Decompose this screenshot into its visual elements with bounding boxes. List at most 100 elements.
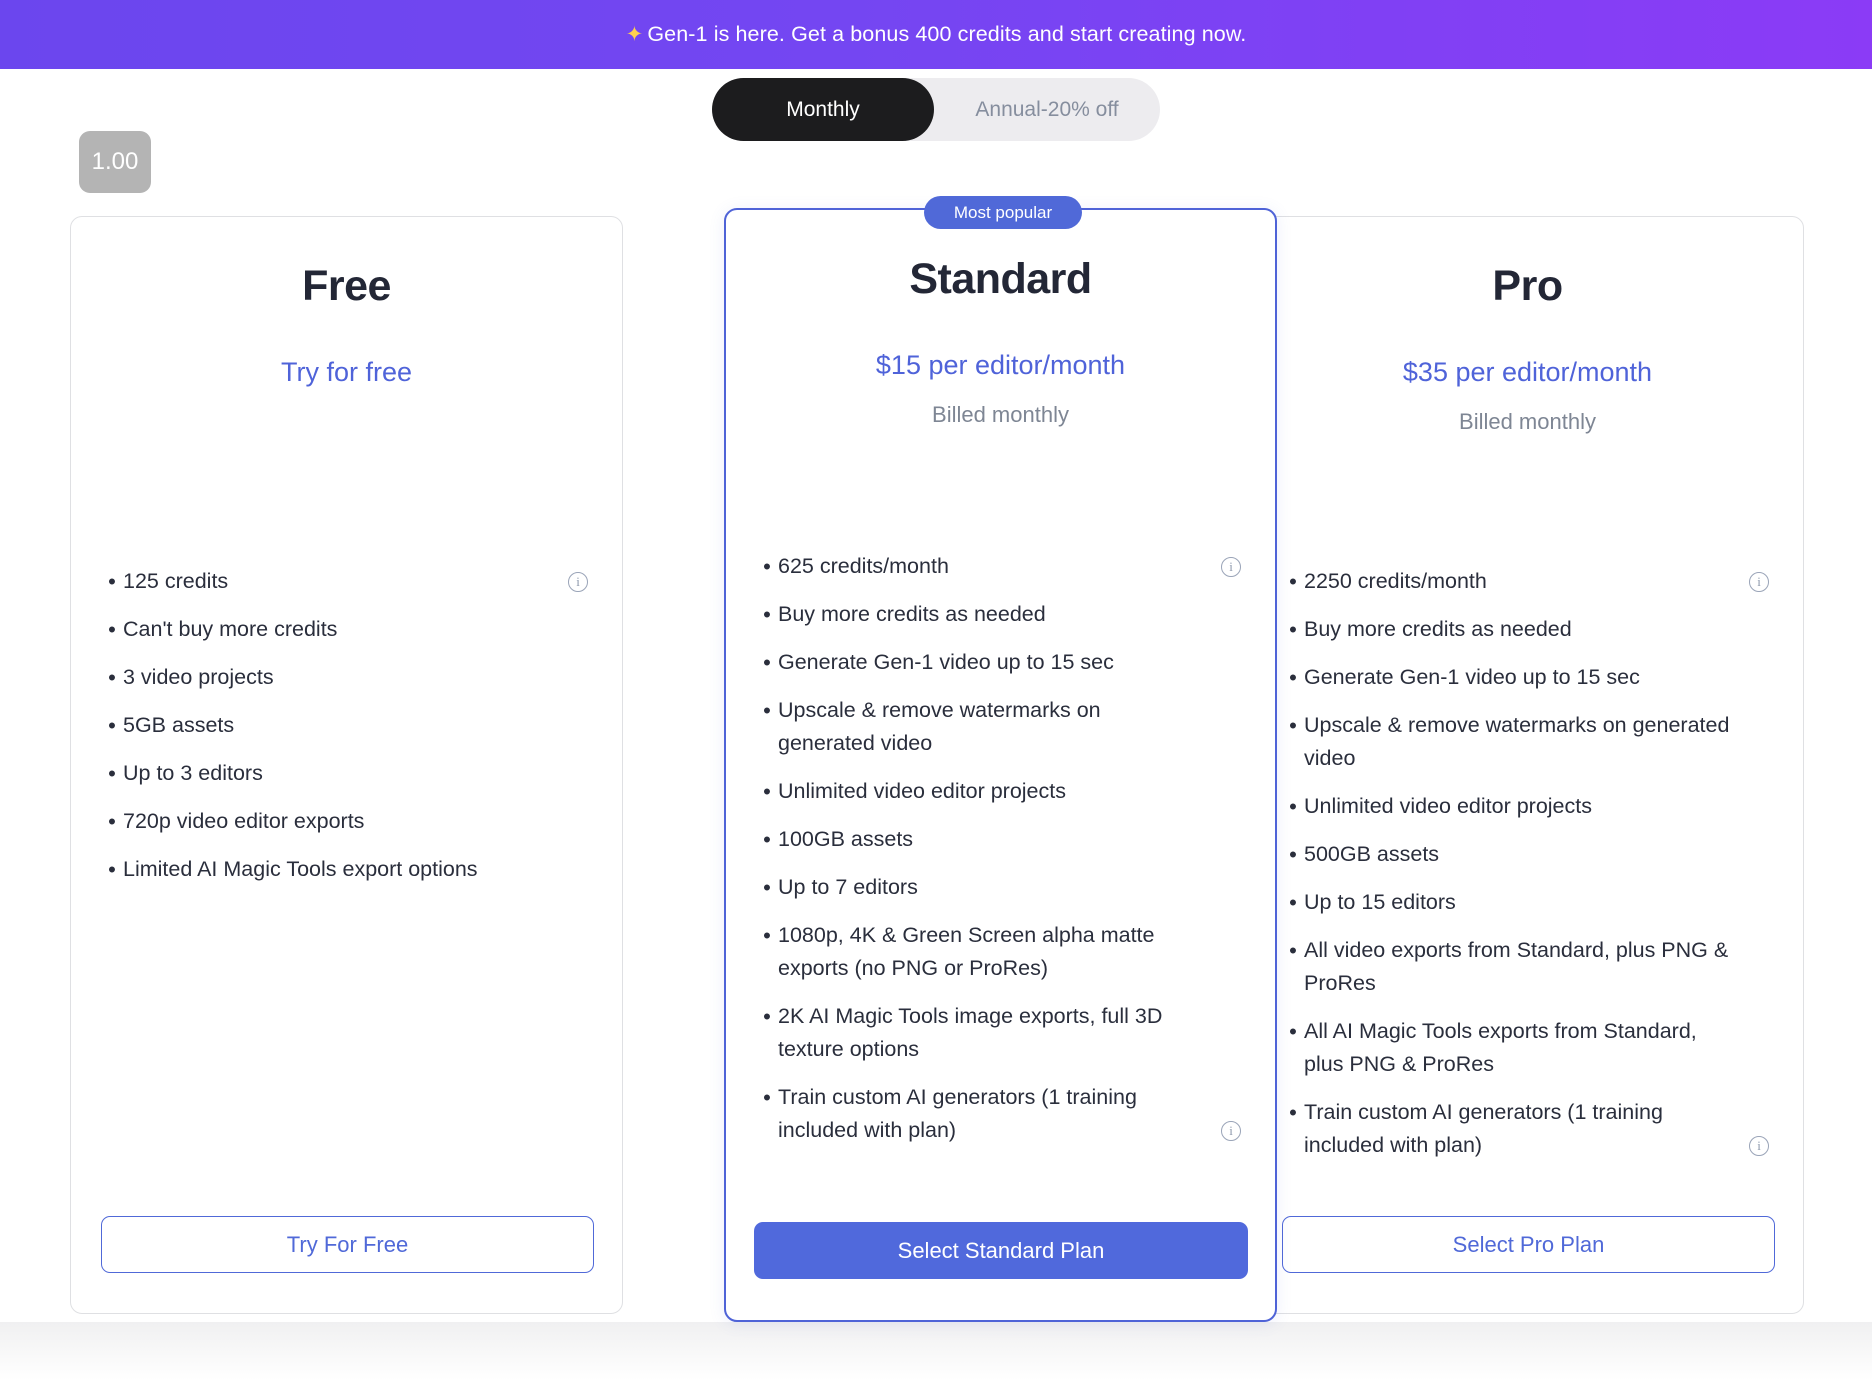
list-item: • Generate Gen-1 video up to 15 sec (1282, 661, 1761, 694)
list-item: • Train custom AI generators (1 training… (1282, 1096, 1769, 1162)
feature-text: Train custom AI generators (1 training i… (1304, 1100, 1663, 1157)
feature-text: 3 video projects (123, 665, 274, 689)
feature-text: Up to 7 editors (778, 875, 918, 899)
bullet-icon: • (763, 875, 771, 900)
list-item: • 5GB assets (101, 709, 580, 742)
bullet-icon: • (763, 923, 771, 948)
bullet-icon: • (1289, 1019, 1297, 1044)
list-item: • 720p video editor exports (101, 805, 580, 838)
feature-text: Upscale & remove watermarks on generated… (1304, 713, 1730, 770)
bullet-icon: • (1289, 938, 1297, 963)
feature-text: Generate Gen-1 video up to 15 sec (778, 650, 1114, 674)
list-item: • All video exports from Standard, plus … (1282, 934, 1761, 1000)
select-standard-plan-button[interactable]: Select Standard Plan (754, 1222, 1248, 1279)
bullet-icon: • (1289, 617, 1297, 642)
list-item: • 100GB assets (756, 823, 1233, 856)
bullet-icon: • (108, 569, 116, 594)
plan-billing-pro: Billed monthly (1459, 409, 1596, 434)
pricing-card-standard[interactable]: Standard $15 per editor/month Billed mon… (724, 208, 1277, 1322)
info-icon[interactable]: i (1221, 557, 1241, 577)
promo-banner-text: ✦ Gen-1 is here. Get a bonus 400 credits … (626, 22, 1247, 47)
bullet-icon: • (763, 827, 771, 852)
bullet-icon: • (1289, 1100, 1297, 1125)
bullet-icon: • (108, 665, 116, 690)
toggle-option-annual[interactable]: Annual-20% off (934, 78, 1160, 141)
list-item: • 3 video projects (101, 661, 580, 694)
plan-price-free: Try for free (280, 357, 413, 387)
bullet-icon: • (763, 650, 771, 675)
promo-banner: ✦ Gen-1 is here. Get a bonus 400 credits … (0, 0, 1872, 69)
feature-list-free: • 125 credits i • Can't buy more credits… (71, 565, 622, 901)
feature-text: 125 credits (123, 569, 229, 593)
pricing-card-free[interactable]: Free Try for free • 125 credits i • Can'… (70, 216, 623, 1314)
info-icon[interactable]: i (568, 572, 588, 592)
page-bottom-shadow (0, 1322, 1872, 1380)
list-item: • Limited AI Magic Tools export options (101, 853, 580, 886)
plan-title-free: Free (302, 262, 391, 310)
bullet-icon: • (763, 602, 771, 627)
feature-text: Buy more credits as needed (1304, 617, 1572, 641)
try-for-free-button[interactable]: Try For Free (101, 1216, 594, 1273)
feature-text: Train custom AI generators (1 training i… (778, 1085, 1137, 1142)
feature-text: 720p video editor exports (123, 809, 365, 833)
list-item: • All AI Magic Tools exports from Standa… (1282, 1015, 1761, 1081)
list-item: • Can't buy more credits (101, 613, 580, 646)
feature-text: 2K AI Magic Tools image exports, full 3D… (778, 1004, 1163, 1061)
bullet-icon: • (1289, 665, 1297, 690)
sparkles-icon: ✦ (625, 23, 644, 46)
list-item: • Up to 7 editors (756, 871, 1233, 904)
plan-price-standard: $15 per editor/month (875, 350, 1126, 380)
pricing-card-pro[interactable]: Pro $35 per editor/month Billed monthly … (1251, 216, 1804, 1314)
bullet-icon: • (1289, 569, 1297, 594)
list-item: • Buy more credits as needed (756, 598, 1233, 631)
list-item: • Upscale & remove watermarks on generat… (1282, 709, 1761, 775)
toggle-option-monthly[interactable]: Monthly (712, 78, 934, 141)
list-item: • 1080p, 4K & Green Screen alpha matte e… (756, 919, 1233, 985)
promo-banner-message: Gen-1 is here. Get a bonus 400 credits a… (647, 22, 1247, 46)
info-icon[interactable]: i (1221, 1121, 1241, 1141)
feature-list-pro: • 2250 credits/month i • Buy more credit… (1252, 565, 1803, 1177)
bullet-icon: • (108, 857, 116, 882)
billing-period-toggle[interactable]: Monthly Annual-20% off (712, 78, 1160, 141)
bullet-icon: • (108, 809, 116, 834)
list-item: • Unlimited video editor projects (756, 775, 1233, 808)
feature-text: Up to 3 editors (123, 761, 263, 785)
bullet-icon: • (1289, 842, 1297, 867)
info-icon[interactable]: i (1749, 1136, 1769, 1156)
feature-text: 2250 credits/month (1304, 569, 1487, 593)
list-item: • 625 credits/month i (756, 550, 1241, 583)
list-item: • Train custom AI generators (1 training… (756, 1081, 1241, 1147)
card-header-standard: Standard $15 per editor/month Billed mon… (726, 210, 1275, 428)
feature-text: Buy more credits as needed (778, 602, 1046, 626)
feature-text: Up to 15 editors (1304, 890, 1456, 914)
list-item: • Buy more credits as needed (1282, 613, 1761, 646)
pricing-page: ✦ Gen-1 is here. Get a bonus 400 credits … (0, 0, 1872, 1380)
list-item: • Generate Gen-1 video up to 15 sec (756, 646, 1233, 679)
list-item: • Unlimited video editor projects (1282, 790, 1761, 823)
feature-text: 625 credits/month (778, 554, 949, 578)
feature-list-standard: • 625 credits/month i • Buy more credits… (726, 550, 1275, 1162)
info-icon[interactable]: i (1749, 572, 1769, 592)
feature-text: Unlimited video editor projects (778, 779, 1066, 803)
card-header-free: Free Try for free (71, 217, 622, 388)
feature-text: 5GB assets (123, 713, 235, 737)
plan-title-pro: Pro (1492, 262, 1563, 310)
plan-billing-standard: Billed monthly (932, 402, 1069, 427)
select-pro-plan-button[interactable]: Select Pro Plan (1282, 1216, 1775, 1273)
list-item: • Upscale & remove watermarks on generat… (756, 694, 1233, 760)
feature-text: 500GB assets (1304, 842, 1440, 866)
card-header-pro: Pro $35 per editor/month Billed monthly (1252, 217, 1803, 435)
list-item: • 2250 credits/month i (1282, 565, 1769, 598)
bullet-icon: • (763, 1004, 771, 1029)
feature-text: All video exports from Standard, plus PN… (1304, 938, 1729, 995)
feature-text: Generate Gen-1 video up to 15 sec (1304, 665, 1640, 689)
feature-text: All AI Magic Tools exports from Standard… (1304, 1019, 1697, 1076)
feature-text: Limited AI Magic Tools export options (123, 857, 478, 881)
feature-text: 100GB assets (778, 827, 914, 851)
feature-text: Upscale & remove watermarks on generated… (778, 698, 1101, 755)
bullet-icon: • (108, 617, 116, 642)
bullet-icon: • (763, 1085, 771, 1110)
most-popular-badge: Most popular (924, 196, 1082, 229)
feature-text: Unlimited video editor projects (1304, 794, 1592, 818)
list-item: • Up to 15 editors (1282, 886, 1761, 919)
